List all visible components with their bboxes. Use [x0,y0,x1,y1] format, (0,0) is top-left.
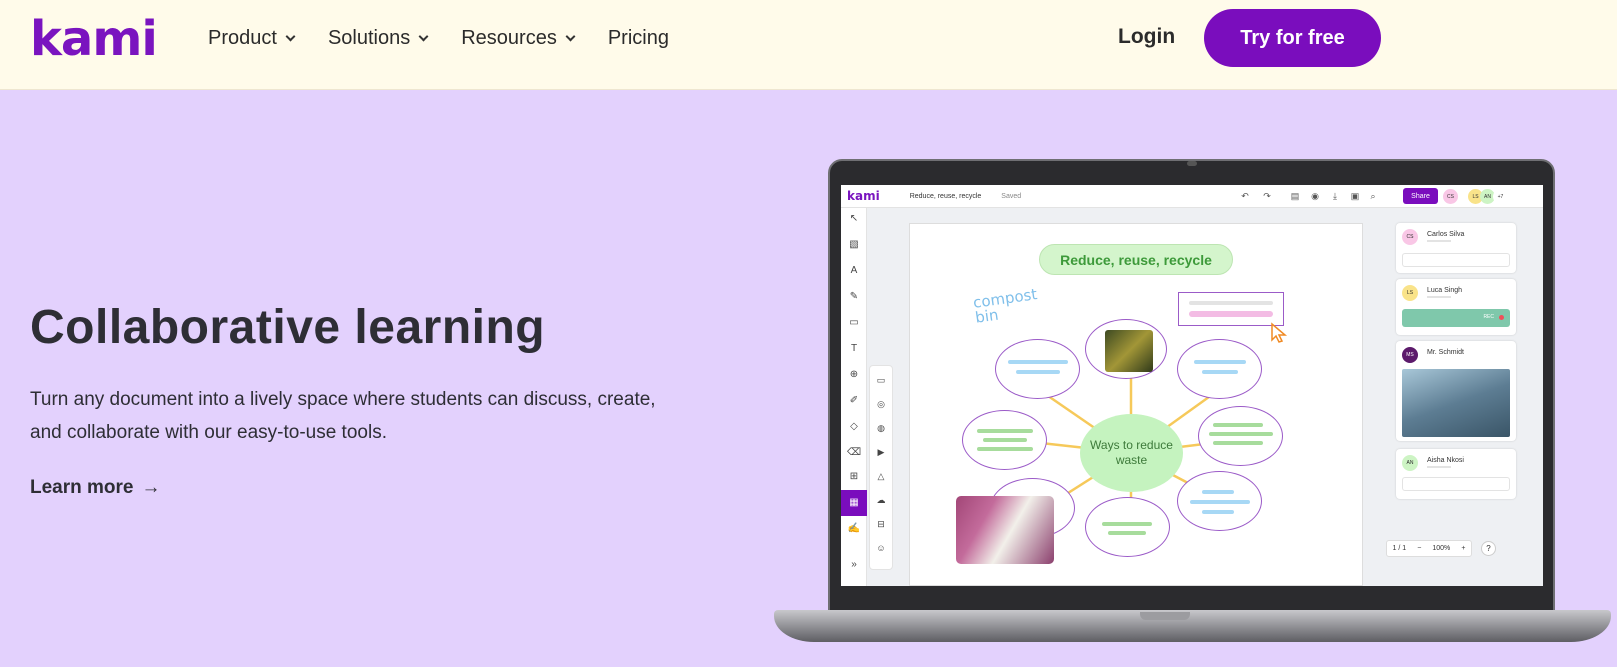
main-nav: Product Solutions Resources Pricing [208,26,703,50]
commenter-name: Mr. Schmidt [1427,349,1464,356]
comment-card: MS Mr. Schmidt [1396,341,1516,441]
undo-icon: ↶ [1241,191,1249,201]
hero-title: Collaborative learning [30,301,546,354]
comment-icon: ▭ [849,317,859,328]
laptop-notch [1140,612,1190,620]
video-comment [1402,369,1510,437]
try-for-free-button[interactable]: Try for free [1204,9,1381,67]
center-oval: Ways to reduce waste [1080,414,1183,492]
media-subtoolbar: ▭ ◎ ◍ ▶ △ ☁ ⊟ ☺ [869,365,893,570]
hero-description: Turn any document into a lively space wh… [30,389,656,443]
document-page: Reduce, reuse, recycle compost bin Ways … [909,223,1363,586]
arrow-right-icon: → [141,477,161,498]
text-to-speech-icon: A [850,265,858,276]
search-icon: ⌕ [1370,191,1376,201]
eye-icon: ◉ [1311,191,1319,201]
zoom-in-icon: + [1461,545,1466,552]
nav-pricing[interactable]: Pricing [608,26,669,50]
help-icon: ? [1481,541,1496,556]
nav-resources-label: Resources [461,26,557,49]
recycling-video [956,496,1054,564]
media-tool-icon: ▦ [841,490,867,516]
doc-title: Reduce, reuse, recycle [909,192,982,200]
selected-text-box [1178,292,1284,326]
comment-card: AN Aisha Nkosi [1396,449,1516,499]
equation-icon: ⊕ [849,369,859,380]
webcam [1187,161,1197,166]
computer-icon: ▭ [876,375,886,385]
drive-icon: △ [877,471,885,481]
left-toolbar: ↖ ▧ A ✎ ▭ T ⊕ ✐ ◇ ⌫ ⊞ ▦ ✍ » [841,208,867,586]
signature-icon: ✍ [847,523,861,534]
download-icon: ⤓ [1333,191,1337,201]
avatar: MS [1402,347,1418,363]
zoom-out-icon: − [1417,545,1422,552]
avatar: CS [1402,229,1418,245]
nav-resources[interactable]: Resources [461,26,576,50]
nav-product[interactable]: Product [208,26,296,50]
cloud-icon: ☁ [876,495,886,505]
idea-oval [962,410,1047,470]
nav-pricing-label: Pricing [607,26,669,49]
idea-oval [995,339,1080,399]
avatar: AN [1402,455,1418,471]
redo-icon: ↷ [1263,191,1271,201]
login-link[interactable]: Login [1118,25,1175,49]
eraser-icon: ⌫ [847,447,862,458]
commenter-name: Luca Singh [1427,287,1463,294]
share-button: Share [1403,188,1438,204]
commenter-name: Carlos Silva [1427,231,1465,238]
site-header: kami Product Solutions Resources Pricing… [0,0,1617,90]
chevron-down-icon [565,31,576,41]
expand-icon: » [851,559,857,570]
idea-oval [1085,497,1170,557]
highlighter-icon: ✎ [849,291,859,302]
diagram-icon: ⊟ [877,519,885,529]
saved-status: Saved [1001,192,1022,200]
idea-oval [1177,471,1262,531]
document-icon: ▤ [1290,191,1300,201]
text-icon: T [850,343,858,354]
idea-oval [1198,406,1283,466]
rec-label: REC [1483,314,1494,320]
app-screenshot: kami Reduce, reuse, recycle Saved ↶ ↷ ▤ … [841,185,1543,586]
zoom-controls: 1 / 1 − 100% + [1386,540,1472,557]
video-icon: ▶ [877,447,885,457]
pen-icon: ✐ [849,395,859,406]
plant-photo [1105,330,1153,372]
chevron-down-icon [285,31,296,41]
commenter-name: Aisha Nkosi [1427,457,1464,464]
comment-card: CS Carlos Silva [1396,223,1516,273]
nav-product-label: Product [208,26,277,49]
audio-recording: REC [1402,309,1510,327]
comment-card: LS Luca Singh REC [1396,279,1516,335]
laptop-base [774,610,1611,642]
more-collaborators: +7 [1493,189,1508,204]
audio-icon: ◍ [877,423,885,433]
kami-logo[interactable]: kami [30,14,158,64]
select-icon: ↖ [849,213,859,224]
briefcase-icon: ▣ [1350,191,1360,201]
learn-more-label: Learn more [30,477,134,498]
title-pill: Reduce, reuse, recycle [1039,244,1233,275]
shapes-icon: ◇ [850,421,858,432]
chevron-down-icon [418,31,429,41]
zoom-level: 100% [1432,545,1451,552]
avatar: CS [1443,189,1458,204]
idea-oval [1177,339,1262,399]
sticker-icon: ☺ [876,543,886,553]
add-media-icon: ⊞ [849,471,859,482]
app-logo: kami [847,189,880,203]
page-indicator: 1 / 1 [1392,545,1407,552]
avatar: LS [1402,285,1418,301]
learn-more-link[interactable]: Learn more → [30,477,160,499]
nav-solutions-label: Solutions [327,26,411,49]
nav-solutions[interactable]: Solutions [327,26,429,50]
image-tool-icon: ▧ [849,239,859,250]
camera-icon: ◎ [877,399,885,409]
cursor-icon [1271,322,1288,343]
